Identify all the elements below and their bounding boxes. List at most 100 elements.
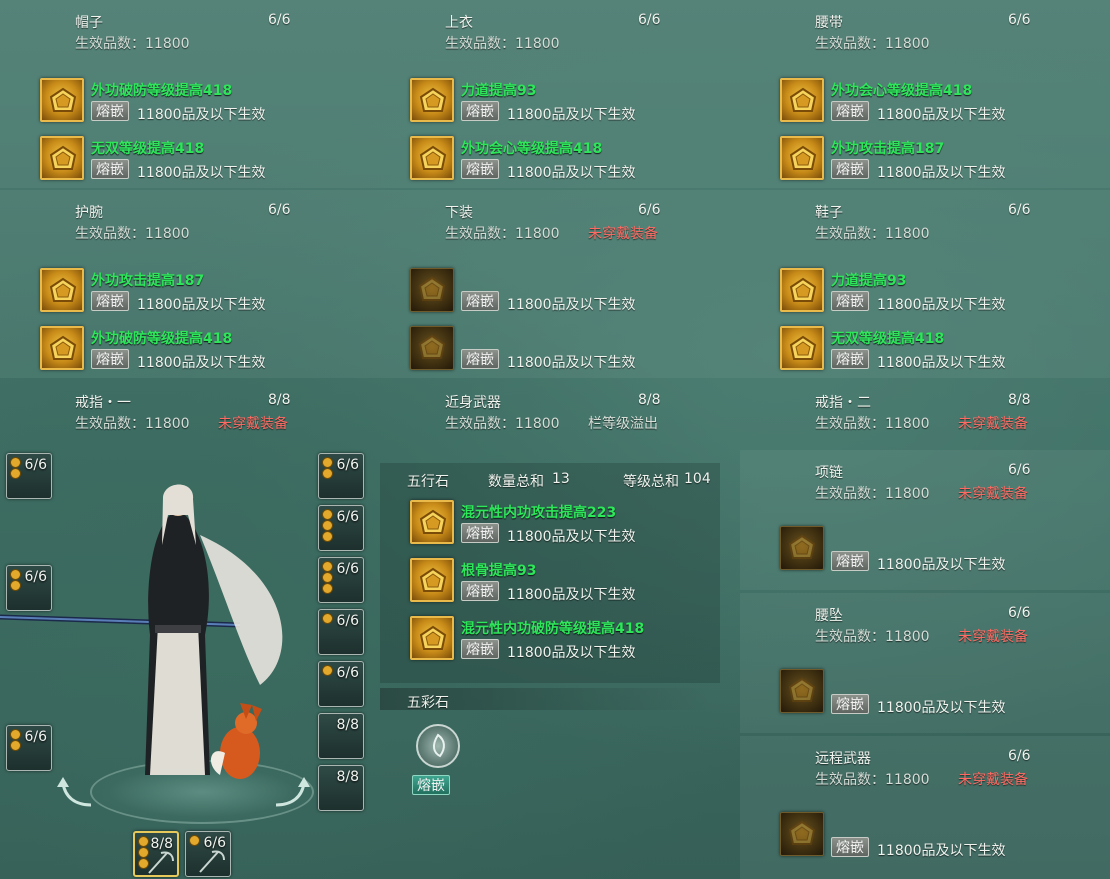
gem-effect-text: 11800品及以下生效 bbox=[137, 165, 266, 181]
slot-title-pants: 下装 bbox=[445, 205, 473, 221]
gem-icon[interactable] bbox=[780, 812, 824, 856]
gem-name: 混元性内功攻击提高223 bbox=[461, 505, 617, 521]
slot-count-ring1: 8/8 bbox=[268, 392, 291, 408]
inlay-button[interactable]: 熔嵌 bbox=[91, 159, 129, 179]
gem-icon[interactable] bbox=[410, 136, 454, 180]
gem-icon[interactable] bbox=[780, 136, 824, 180]
slot-sub-hat: 生效品数：11800 bbox=[75, 36, 190, 52]
equip-slot-melee-weapon[interactable]: 8/8 bbox=[133, 831, 179, 877]
slot-count: 8/8 bbox=[336, 769, 359, 785]
inlay-button[interactable]: 熔嵌 bbox=[461, 159, 499, 179]
gem-name: 力道提高93 bbox=[461, 83, 537, 99]
equip-slot[interactable]: 8/8 bbox=[318, 765, 364, 811]
equip-slot[interactable]: 8/8 bbox=[318, 713, 364, 759]
gem-icon[interactable] bbox=[780, 268, 824, 312]
gem-icon[interactable] bbox=[40, 268, 84, 312]
inlay-button[interactable]: 熔嵌 bbox=[461, 101, 499, 121]
rotate-right-icon[interactable] bbox=[272, 775, 312, 811]
equip-slot[interactable]: 6/6 bbox=[318, 609, 364, 655]
level-overflow-text: 栏等级溢出 bbox=[588, 416, 658, 432]
gem-icon[interactable] bbox=[40, 326, 84, 370]
rotate-left-icon[interactable] bbox=[55, 775, 95, 811]
slot-sub-ring2: 生效品数：11800 bbox=[815, 416, 930, 432]
equip-slot-ranged-weapon[interactable]: 6/6 bbox=[185, 831, 231, 877]
gem-name: 根骨提高93 bbox=[461, 563, 537, 579]
gem-effect-text: 11800品及以下生效 bbox=[507, 107, 636, 123]
gem-icon[interactable] bbox=[410, 78, 454, 122]
slot-count-shoes: 6/6 bbox=[1008, 202, 1031, 218]
gem-icon[interactable] bbox=[40, 136, 84, 180]
inlay-button[interactable]: 熔嵌 bbox=[831, 349, 869, 369]
inlay-button[interactable]: 熔嵌 bbox=[831, 101, 869, 121]
slot-count: 6/6 bbox=[24, 457, 47, 473]
inlay-button[interactable]: 熔嵌 bbox=[831, 291, 869, 311]
inlay-button[interactable]: 熔嵌 bbox=[831, 837, 869, 857]
inlay-button[interactable]: 熔嵌 bbox=[461, 291, 499, 311]
gem-icon[interactable] bbox=[780, 78, 824, 122]
not-equipped-warning: 未穿戴装备 bbox=[958, 416, 1028, 432]
slot-count: 6/6 bbox=[336, 457, 359, 473]
gem-name: 外功会心等级提高418 bbox=[461, 141, 603, 157]
gem-effect-text: 11800品及以下生效 bbox=[507, 297, 636, 313]
gem-icon[interactable] bbox=[40, 78, 84, 122]
slot-sub-necklace: 生效品数：11800 bbox=[815, 486, 930, 502]
slot-title-wrist: 护腕 bbox=[75, 205, 103, 221]
slot-count-hat: 6/6 bbox=[268, 12, 291, 28]
five-color-stone-icon[interactable] bbox=[416, 724, 460, 768]
equip-slot[interactable]: 6/6 bbox=[318, 505, 364, 551]
scythe-icon bbox=[199, 850, 225, 873]
equip-slot[interactable]: 6/6 bbox=[6, 725, 52, 771]
not-equipped-warning: 未穿戴装备 bbox=[588, 226, 658, 242]
inlay-button[interactable]: 熔嵌 bbox=[461, 349, 499, 369]
inlay-button[interactable]: 熔嵌 bbox=[461, 523, 499, 543]
gem-name: 无双等级提高418 bbox=[91, 141, 205, 157]
slot-sub-wrist: 生效品数：11800 bbox=[75, 226, 190, 242]
equip-slot[interactable]: 6/6 bbox=[318, 557, 364, 603]
inlay-button[interactable]: 熔嵌 bbox=[831, 694, 869, 714]
slot-count-pants: 6/6 bbox=[638, 202, 661, 218]
equip-slot[interactable]: 6/6 bbox=[6, 565, 52, 611]
slot-title-pendant: 腰坠 bbox=[815, 608, 843, 624]
slot-title-ring2: 戒指・二 bbox=[815, 395, 871, 411]
gem-icon[interactable] bbox=[410, 558, 454, 602]
wucai-inlay-button[interactable]: 熔嵌 bbox=[412, 775, 450, 795]
slot-count: 6/6 bbox=[336, 509, 359, 525]
gem-name: 力道提高93 bbox=[831, 273, 907, 289]
slot-sub-shoes: 生效品数：11800 bbox=[815, 226, 930, 242]
equip-slot[interactable]: 6/6 bbox=[6, 453, 52, 499]
gem-name: 混元性内功破防等级提高418 bbox=[461, 621, 645, 637]
gem-icon[interactable] bbox=[410, 268, 454, 312]
not-equipped-warning: 未穿戴装备 bbox=[958, 772, 1028, 788]
equip-slot[interactable]: 6/6 bbox=[318, 453, 364, 499]
gem-effect-text: 11800品及以下生效 bbox=[877, 165, 1006, 181]
slot-count-necklace: 6/6 bbox=[1008, 462, 1031, 478]
gem-icon[interactable] bbox=[780, 326, 824, 370]
gem-effect-text: 11800品及以下生效 bbox=[137, 355, 266, 371]
gem-effect-text: 11800品及以下生效 bbox=[877, 297, 1006, 313]
not-equipped-warning: 未穿戴装备 bbox=[958, 629, 1028, 645]
gem-icon[interactable] bbox=[780, 669, 824, 713]
gem-icon[interactable] bbox=[410, 500, 454, 544]
gem-name: 外功破防等级提高418 bbox=[91, 83, 233, 99]
inlay-button[interactable]: 熔嵌 bbox=[91, 291, 129, 311]
inlay-button[interactable]: 熔嵌 bbox=[461, 581, 499, 601]
gem-effect-text: 11800品及以下生效 bbox=[507, 587, 636, 603]
inlay-button[interactable]: 熔嵌 bbox=[461, 639, 499, 659]
equip-slot[interactable]: 6/6 bbox=[318, 661, 364, 707]
inlay-button[interactable]: 熔嵌 bbox=[831, 551, 869, 571]
gem-icon[interactable] bbox=[780, 526, 824, 570]
gem-icon[interactable] bbox=[410, 616, 454, 660]
inlay-button[interactable]: 熔嵌 bbox=[91, 349, 129, 369]
gem-effect-text: 11800品及以下生效 bbox=[507, 529, 636, 545]
inlay-button[interactable]: 熔嵌 bbox=[831, 159, 869, 179]
inlay-button[interactable]: 熔嵌 bbox=[91, 101, 129, 121]
slot-sub-melee: 生效品数：11800 bbox=[445, 416, 560, 432]
slot-title-necklace: 项链 bbox=[815, 465, 843, 481]
slot-count-ring2: 8/8 bbox=[1008, 392, 1031, 408]
gem-effect-text: 11800品及以下生效 bbox=[877, 700, 1006, 716]
slot-count: 6/6 bbox=[24, 729, 47, 745]
wucai-title: 五彩石 bbox=[407, 695, 449, 711]
slot-sub-pants: 生效品数：11800 bbox=[445, 226, 560, 242]
gem-name: 外功会心等级提高418 bbox=[831, 83, 973, 99]
gem-icon[interactable] bbox=[410, 326, 454, 370]
